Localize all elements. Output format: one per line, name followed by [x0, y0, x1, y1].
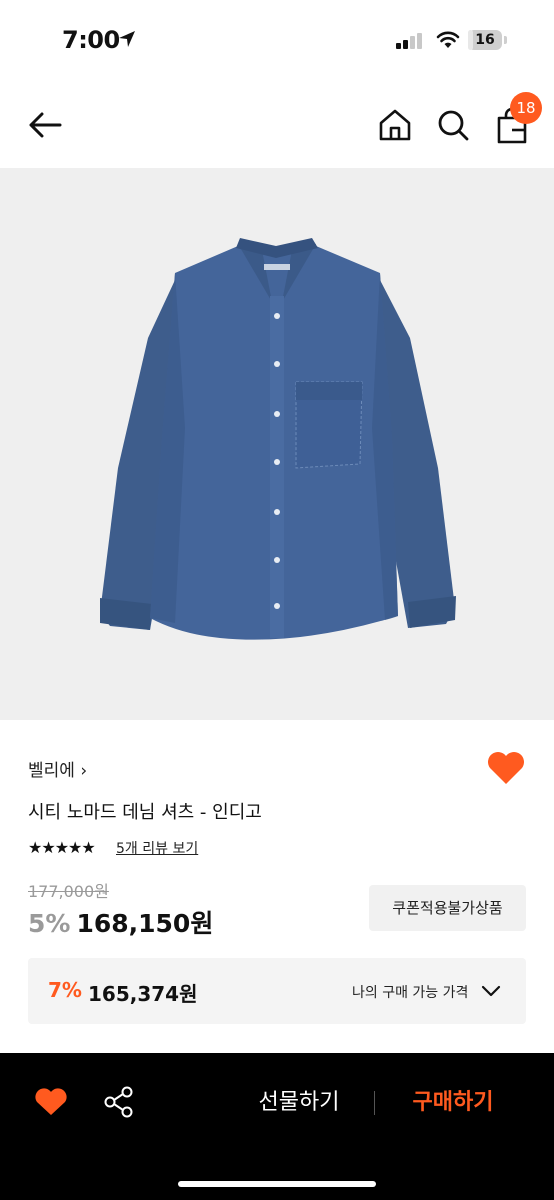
- back-arrow-icon[interactable]: [24, 104, 66, 146]
- best-price: 165,374원: [88, 982, 198, 1006]
- product-image: [0, 168, 554, 720]
- status-bar: 7:00 16: [0, 0, 554, 80]
- battery-percent: 16: [475, 32, 495, 48]
- rating-stars: ★★★★★: [28, 838, 96, 857]
- search-icon[interactable]: [434, 106, 472, 144]
- heart-icon[interactable]: [34, 1087, 68, 1117]
- discount-rate: 5%: [28, 909, 71, 938]
- review-link[interactable]: 5개 리뷰 보기: [116, 838, 198, 858]
- brand-link[interactable]: 벨리에 ›: [28, 756, 87, 781]
- best-discount-rate: 7%: [48, 978, 82, 1002]
- product-title: 시티 노마드 데님 셔츠 - 인디고: [28, 802, 262, 823]
- price-row: 5% 168,150원: [28, 904, 213, 940]
- denim-shirt-image: [100, 238, 456, 640]
- navigation-bar: [0, 80, 554, 168]
- brand-chevron: ›: [80, 761, 88, 781]
- brand-name: 벨리에: [28, 761, 75, 781]
- cart-count-badge: 18: [510, 92, 542, 124]
- divider: [374, 1091, 375, 1115]
- gift-button[interactable]: 선물하기: [240, 1086, 358, 1120]
- best-price-label: 나의 구매 가능 가격: [352, 985, 469, 1001]
- signal-icon: [396, 33, 422, 49]
- status-time: 7:00: [62, 26, 120, 54]
- battery-icon: 16: [468, 30, 508, 52]
- home-indicator: [178, 1181, 376, 1187]
- best-price-dropdown[interactable]: 7% 165,374원 나의 구매 가능 가격: [28, 958, 526, 1024]
- home-icon[interactable]: [376, 106, 414, 144]
- chevron-down-icon: [481, 985, 501, 997]
- share-icon[interactable]: [102, 1085, 136, 1119]
- original-price: 177,000원: [28, 882, 109, 901]
- bottom-action-bar: 선물하기 구매하기: [0, 1053, 554, 1200]
- heart-icon[interactable]: [486, 750, 526, 786]
- wifi-icon: [436, 31, 460, 48]
- coupon-unavailable-badge: 쿠폰적용불가상품: [369, 885, 526, 931]
- location-arrow-icon: [119, 31, 135, 47]
- buy-button[interactable]: 구매하기: [394, 1086, 512, 1120]
- sale-price: 168,150원: [76, 909, 214, 938]
